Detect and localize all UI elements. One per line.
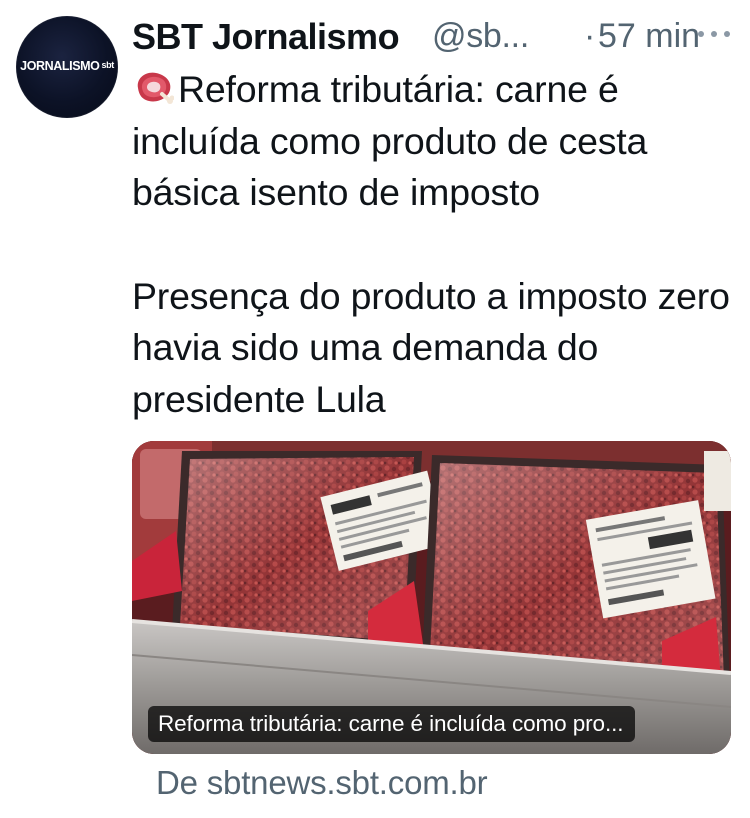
- more-dot: [724, 31, 730, 37]
- meat-on-bone-icon: [137, 72, 174, 104]
- more-dot: [698, 31, 704, 37]
- link-card-image[interactable]: Reforma tributária: carne é incluída com…: [132, 441, 731, 754]
- tweet-header: SBT Jornalismo @sb... · 57 min: [132, 14, 736, 60]
- tweet-paragraph-1-text: Reforma tributária: carne é incluída com…: [132, 68, 648, 213]
- avatar-logo: JORNALISMO sbt: [16, 59, 118, 73]
- avatar-logo-sub: sbt: [101, 60, 115, 70]
- tweet-paragraph-2: Presença do produto a imposto zero havia…: [132, 274, 730, 420]
- more-dot: [711, 31, 717, 37]
- tweet[interactable]: JORNALISMO sbt SBT Jornalismo @sb... · 57…: [0, 0, 750, 818]
- link-card-caption[interactable]: Reforma tributária: carne é incluída com…: [148, 706, 636, 742]
- more-horizontal-icon[interactable]: [694, 18, 734, 48]
- link-card-source[interactable]: De sbtnews.sbt.com.br: [156, 764, 488, 802]
- avatar-logo-text: JORNALISMO: [20, 59, 100, 73]
- tweet-timestamp[interactable]: 57 min: [598, 17, 700, 56]
- tweet-text: Reforma tributária: carne é incluída com…: [132, 64, 732, 425]
- avatar[interactable]: JORNALISMO sbt: [16, 16, 118, 118]
- author-handle[interactable]: @sb...: [432, 17, 529, 56]
- header-separator: ·: [584, 17, 596, 55]
- tweet-paragraph-1: Reforma tributária: carne é incluída com…: [132, 64, 732, 219]
- author-name[interactable]: SBT Jornalismo: [132, 16, 400, 58]
